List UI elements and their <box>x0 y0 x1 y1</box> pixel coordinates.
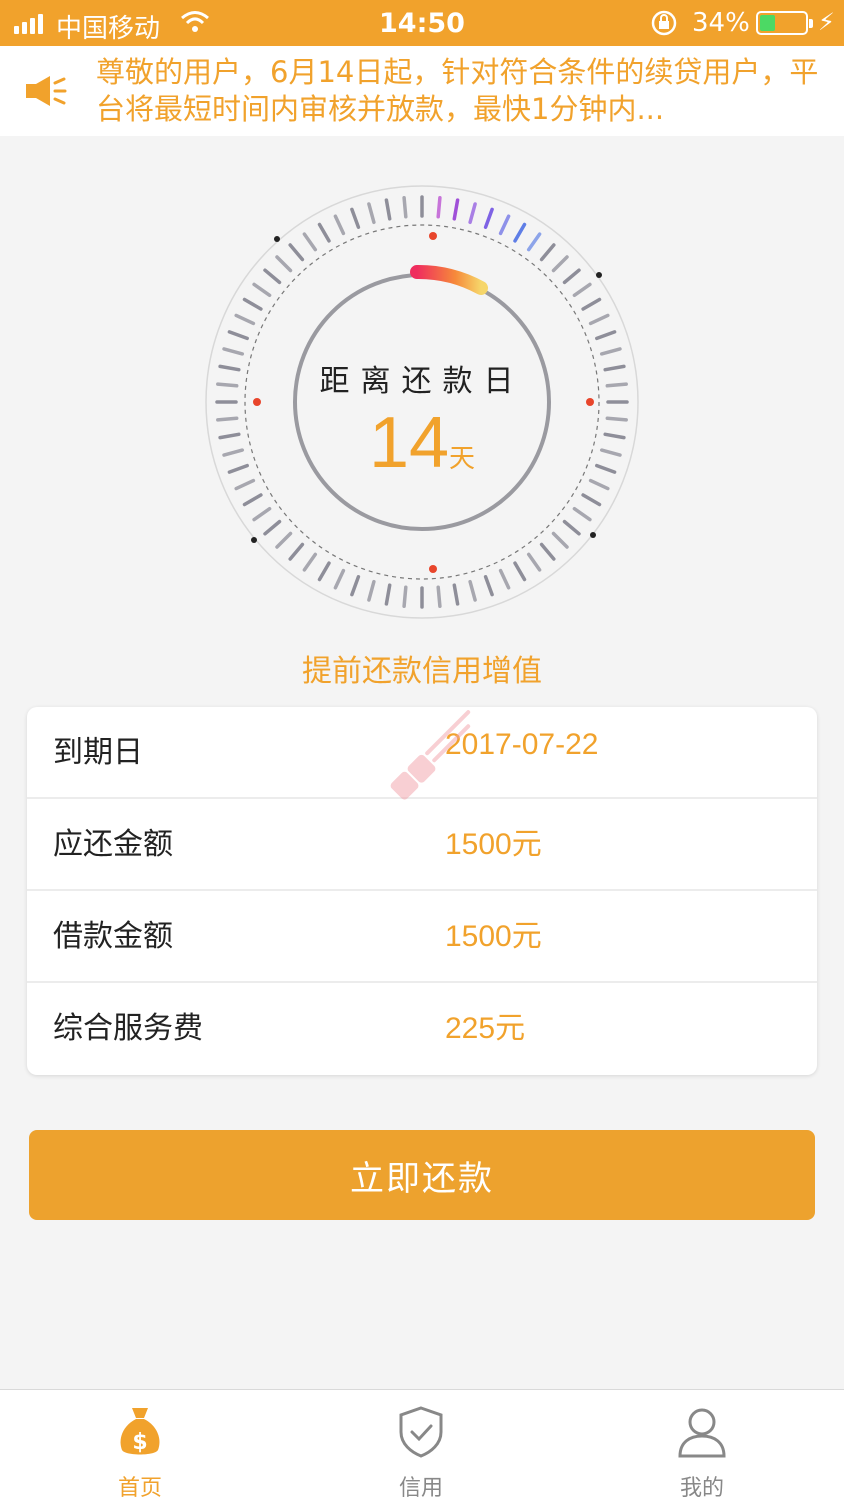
detail-key: 应还金额 <box>53 827 173 862</box>
early-repay-tagline: 提前还款信用增值 <box>302 654 542 689</box>
charging-icon: ⚡ <box>818 8 835 36</box>
detail-key: 综合服务费 <box>53 1011 203 1046</box>
detail-row: 综合服务费 225元 <box>27 981 817 1073</box>
dial-center: 距离还款日 14天 <box>204 184 640 620</box>
watermark-logo <box>390 710 471 800</box>
user-icon <box>678 1408 726 1458</box>
status-bar: 中国移动 14:50 34% ⚡ <box>0 0 844 46</box>
detail-value: 225元 <box>445 1011 526 1046</box>
speaker-icon <box>26 76 67 106</box>
svg-text:$: $ <box>132 1430 147 1455</box>
days-remaining: 14天 <box>204 402 640 484</box>
tab-home[interactable]: $ 首页 <box>40 1390 240 1500</box>
rotation-lock-icon <box>650 9 678 44</box>
days-until-due-label: 距离还款日 <box>319 364 525 399</box>
tab-label: 信用 <box>398 1476 443 1500</box>
tab-label: 我的 <box>679 1476 724 1500</box>
notice-text: 尊敬的用户，6月14日起，针对符合条件的续贷用户，平台将最短时间内审核并放款，最… <box>96 55 819 126</box>
battery-percent: 34% <box>692 8 750 38</box>
tab-label: 首页 <box>117 1476 162 1500</box>
days-number: 14 <box>368 403 450 483</box>
notice-bar[interactable]: 尊敬的用户，6月14日起，针对符合条件的续贷用户，平台将最短时间内审核并放款，最… <box>0 46 844 136</box>
shield-check-icon <box>399 1406 443 1458</box>
detail-value: 1500元 <box>445 919 542 954</box>
money-bag-icon: $ <box>120 1408 160 1455</box>
repay-now-button[interactable]: 立即还款 <box>29 1130 815 1220</box>
days-unit: 天 <box>449 444 476 474</box>
battery-icon <box>756 11 813 35</box>
detail-row: 借款金额 1500元 <box>27 889 817 981</box>
tab-credit[interactable]: 信用 <box>321 1390 521 1500</box>
tab-bar: $ 首页 信用 我的 <box>0 1389 844 1500</box>
detail-key: 借款金额 <box>53 919 173 954</box>
tab-mine[interactable]: 我的 <box>602 1390 802 1500</box>
detail-key: 到期日 <box>53 735 143 770</box>
